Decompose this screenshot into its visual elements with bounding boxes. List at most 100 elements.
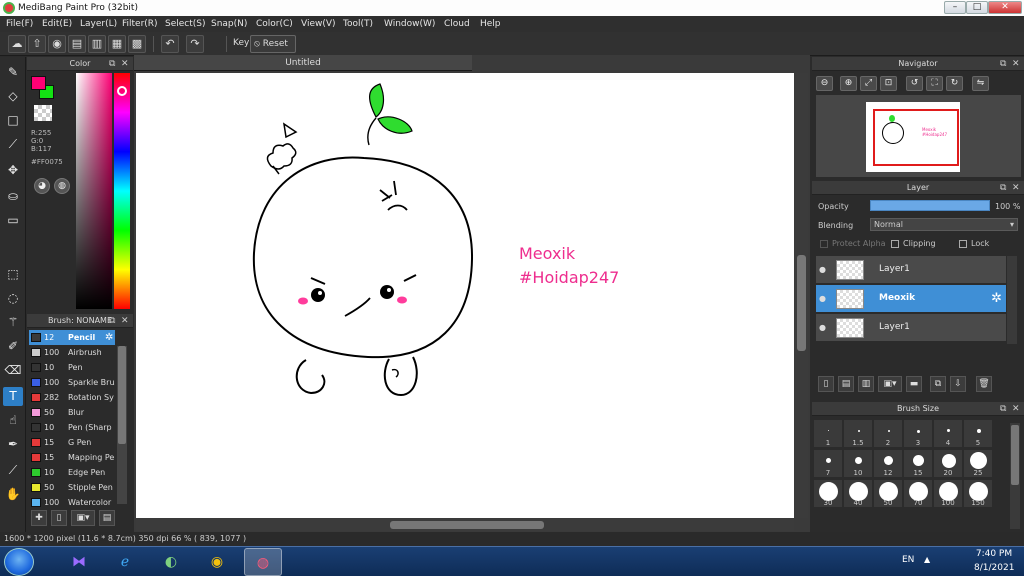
rotate-left-icon[interactable]: ↺ xyxy=(906,76,923,91)
menu-tool[interactable]: Tool(T) xyxy=(343,16,373,32)
fill-line-tool-icon[interactable]: ⟋ xyxy=(3,135,23,154)
popout-icon[interactable]: ⧉ xyxy=(109,314,115,328)
eraser-tool-icon[interactable]: ◇ xyxy=(3,87,23,106)
brush-size-cell[interactable]: 40 xyxy=(843,479,873,508)
eyedropper-tool-icon[interactable]: ✒ xyxy=(3,435,23,454)
hand-tool-icon[interactable]: ✋ xyxy=(3,485,23,504)
cloud-icon[interactable]: ☁ xyxy=(8,35,26,53)
operation-tool-icon[interactable]: ☝ xyxy=(3,411,23,430)
clipping-checkbox[interactable] xyxy=(891,240,899,248)
divide-tool-icon[interactable]: ⟋ xyxy=(3,461,23,480)
comment-icon[interactable]: ◉ xyxy=(48,35,66,53)
menu-filter[interactable]: Filter(R) xyxy=(122,16,158,32)
medibang-icon[interactable]: ◍ xyxy=(244,548,282,576)
coccoc-icon[interactable]: ◐ xyxy=(152,548,190,576)
fit-window-icon[interactable]: ⛶ xyxy=(926,76,943,91)
brush-item[interactable]: 12 Pencil ✲ xyxy=(29,330,115,345)
flip-icon[interactable]: ⇋ xyxy=(972,76,989,91)
layer-row[interactable]: ● Layer1 xyxy=(816,256,1006,284)
new-layer-icon[interactable]: ▯ xyxy=(818,376,834,392)
brush-size-cell[interactable]: 2 xyxy=(873,419,903,448)
menu-edit[interactable]: Edit(E) xyxy=(42,16,72,32)
visibility-icon[interactable]: ● xyxy=(818,294,827,303)
brush-item[interactable]: 50 Blur xyxy=(29,405,115,420)
brush-item[interactable]: 100 Sparkle Brus xyxy=(29,375,115,390)
close-icon[interactable]: ✕ xyxy=(1012,181,1020,195)
close-icon[interactable]: ✕ xyxy=(121,314,129,328)
chat-icon[interactable]: ▤ xyxy=(68,35,86,53)
bucket-tool-icon[interactable]: ⛀ xyxy=(3,187,23,206)
duplicate-layer-icon[interactable]: ⧉ xyxy=(930,376,946,392)
add-brush-icon[interactable]: ✚ xyxy=(31,510,47,526)
close-icon[interactable]: ✕ xyxy=(1012,57,1020,71)
close-button[interactable]: ✕ xyxy=(988,1,1022,14)
rotate-right-icon[interactable]: ↻ xyxy=(946,76,963,91)
brush-size-cell[interactable]: 20 xyxy=(933,449,963,478)
hue-slider[interactable] xyxy=(114,73,130,309)
start-button[interactable] xyxy=(4,548,34,576)
actual-size-icon[interactable]: ⊡ xyxy=(880,76,897,91)
select-pen-tool-icon[interactable]: ✐ xyxy=(3,337,23,356)
menu-select[interactable]: Select(S) xyxy=(165,16,206,32)
rectangle-tool-icon[interactable]: □ xyxy=(3,111,23,130)
add-layer-menu-icon[interactable]: ▣▾ xyxy=(878,376,902,392)
brush-size-cell[interactable]: 1.5 xyxy=(843,419,873,448)
brush-item[interactable]: 282 Rotation Sy xyxy=(29,390,115,405)
close-icon[interactable]: ✕ xyxy=(1012,402,1020,416)
lock-checkbox[interactable] xyxy=(959,240,967,248)
maximize-button[interactable]: □ xyxy=(966,1,988,14)
lasso-tool-icon[interactable]: ◌ xyxy=(3,289,23,308)
layer-row[interactable]: ● Meoxik ✲ xyxy=(816,285,1006,313)
undo-icon[interactable]: ↶ xyxy=(161,35,179,53)
brush-size-cell[interactable]: 25 xyxy=(963,449,993,478)
clock-time[interactable]: 7:40 PM xyxy=(974,549,1014,559)
brush-size-cell[interactable]: 100 xyxy=(933,479,963,508)
menu-layer[interactable]: Layer(L) xyxy=(80,16,117,32)
canvas-text-name[interactable]: Meoxik xyxy=(519,244,575,263)
brush-size-cell[interactable]: 1 xyxy=(813,419,843,448)
popout-icon[interactable]: ⧉ xyxy=(1000,402,1006,416)
brush-item[interactable]: 100 Airbrush xyxy=(29,345,115,360)
saturation-value-picker[interactable] xyxy=(76,73,112,309)
navigator-preview[interactable]: Meoxik #Hoidap247 xyxy=(816,95,1021,177)
menu-window[interactable]: Window(W) xyxy=(384,16,435,32)
canvas-text-tag[interactable]: #Hoidap247 xyxy=(519,268,619,287)
brush-item[interactable]: 100 Watercolor xyxy=(29,495,115,510)
layer-row[interactable]: ● Layer1 xyxy=(816,314,1006,342)
brush-size-cell[interactable]: 3 xyxy=(903,419,933,448)
visibility-icon[interactable]: ● xyxy=(818,323,827,332)
internet-explorer-icon[interactable]: ℯ xyxy=(106,548,144,576)
select-eraser-tool-icon[interactable]: ⌫ xyxy=(3,361,23,380)
popout-icon[interactable]: ⧉ xyxy=(1000,57,1006,71)
brush-size-cell[interactable]: 150 xyxy=(963,479,993,508)
scrollbar-thumb[interactable] xyxy=(118,346,126,444)
new-brush-icon[interactable]: ▯ xyxy=(51,510,67,526)
clock-date[interactable]: 8/1/2021 xyxy=(974,563,1014,573)
canvas-vertical-scrollbar[interactable] xyxy=(795,73,808,518)
popout-icon[interactable]: ⧉ xyxy=(1000,181,1006,195)
layer-list-scrollbar[interactable] xyxy=(1007,256,1017,344)
minimize-button[interactable]: – xyxy=(944,1,966,14)
redo-icon[interactable]: ↷ xyxy=(186,35,204,53)
brush-size-cell[interactable]: 15 xyxy=(903,449,933,478)
zoom-out-icon[interactable]: ⊖ xyxy=(816,76,833,91)
visual-studio-icon[interactable]: ⧓ xyxy=(60,548,98,576)
scrollbar-thumb[interactable] xyxy=(390,521,544,529)
merge-layer-icon[interactable]: ⇩ xyxy=(950,376,966,392)
visibility-icon[interactable]: ● xyxy=(818,265,827,274)
grid-icon[interactable]: ▩ xyxy=(128,35,146,53)
scrollbar-thumb[interactable] xyxy=(1011,425,1019,485)
gear-icon[interactable]: ✲ xyxy=(991,291,1002,306)
reset-button[interactable]: ⦸ Reset xyxy=(250,35,296,53)
close-icon[interactable]: ✕ xyxy=(121,57,129,71)
brush-size-scrollbar[interactable] xyxy=(1010,423,1020,529)
brush-item[interactable]: 10 Pen xyxy=(29,360,115,375)
chrome-icon[interactable]: ◉ xyxy=(198,548,236,576)
menu-file[interactable]: File(F) xyxy=(6,16,33,32)
text-tool-icon[interactable]: T xyxy=(3,387,23,406)
zoom-in-icon[interactable]: ⊕ xyxy=(840,76,857,91)
document-tab[interactable]: Untitled xyxy=(134,55,472,71)
brush-size-cell[interactable]: 12 xyxy=(873,449,903,478)
drawing-canvas[interactable]: Meoxik #Hoidap247 xyxy=(136,73,794,518)
brush-item[interactable]: 10 Pen (Sharp xyxy=(29,420,115,435)
